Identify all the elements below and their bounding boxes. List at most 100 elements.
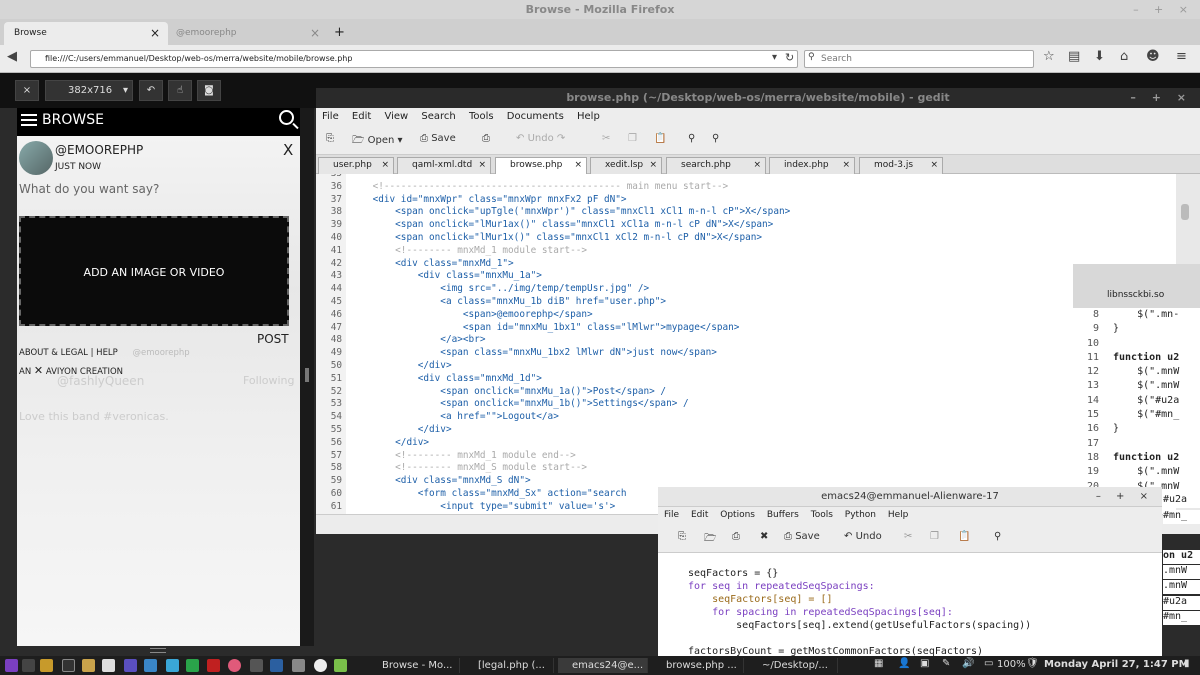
undo-button[interactable]: ↶ Undo ↷ <box>516 133 565 144</box>
close-icon[interactable]: × <box>930 158 938 173</box>
tab-browse[interactable]: Browse × <box>4 22 168 45</box>
sheet-icon[interactable] <box>186 659 199 672</box>
menu-file[interactable]: File <box>322 111 339 122</box>
word-icon[interactable] <box>166 659 179 672</box>
chat-icon[interactable]: ☻ <box>1146 49 1160 64</box>
close-icon[interactable]: × <box>478 158 486 173</box>
archive-icon[interactable] <box>82 659 95 672</box>
menu-tools[interactable]: Tools <box>811 510 833 520</box>
bookmark-star-icon[interactable]: ☆ <box>1043 49 1055 64</box>
home-icon[interactable]: ⌂ <box>1120 49 1128 64</box>
close-icon[interactable]: × <box>753 158 761 173</box>
search-icon[interactable] <box>279 110 294 125</box>
back-icon[interactable]: ◀ <box>7 49 17 64</box>
shield-icon[interactable]: 🛡 <box>1026 658 1039 669</box>
undo-button[interactable]: ↶ Undo <box>844 531 882 542</box>
grid-icon[interactable]: ▦ <box>874 658 883 669</box>
new-document-icon[interactable]: ⎘ <box>326 133 334 144</box>
taskbar-app-legal[interactable]: [legal.php (... <box>464 658 554 673</box>
taskbar-app-browse-php[interactable]: browse.php ... <box>652 658 744 673</box>
menu-documents[interactable]: Documents <box>507 111 564 122</box>
battery-icon[interactable]: ▭ <box>984 658 993 669</box>
tab-label[interactable]: libnssckbi.so <box>1107 290 1164 300</box>
menu-help[interactable]: Help <box>577 111 600 122</box>
filezilla-icon[interactable] <box>207 659 220 672</box>
clock[interactable]: Monday April 27, 1:47 PM <box>1044 659 1189 670</box>
editor-icon[interactable] <box>102 659 115 672</box>
gedit-code-view[interactable]: 3536373839404142434445464748495051525354… <box>316 174 1176 514</box>
close-icon[interactable]: × <box>150 22 160 44</box>
resize-handle[interactable] <box>305 368 309 382</box>
tab-index-php[interactable]: index.php × <box>769 157 855 174</box>
menu-options[interactable]: Options <box>720 510 755 520</box>
rotate-icon[interactable]: ↶ <box>139 80 163 101</box>
tab-search-php[interactable]: search.php × <box>666 157 766 174</box>
close-icon[interactable]: × <box>381 158 389 173</box>
save-disk-icon[interactable]: ⎙ <box>732 531 740 542</box>
close-buffer-icon[interactable]: ✖ <box>760 531 768 542</box>
window-controls[interactable]: – + × <box>1096 487 1154 507</box>
launcher-icon[interactable] <box>22 659 35 672</box>
browser-icon[interactable] <box>228 659 241 672</box>
close-icon[interactable]: × <box>842 158 850 173</box>
find-icon[interactable]: ⚲ <box>688 133 695 144</box>
menu-help[interactable]: Help <box>888 510 909 520</box>
dropdown-icon[interactable]: ▾ <box>772 52 777 63</box>
tab-mod-3-js[interactable]: mod-3.js × <box>859 157 943 174</box>
tab-xedit-lsp[interactable]: xedit.lsp × <box>590 157 662 174</box>
url-bar[interactable]: file:///C:/users/emmanuel/Desktop/web-os… <box>30 50 798 68</box>
copy-icon[interactable]: ❐ <box>628 133 637 144</box>
app-icon-3[interactable] <box>292 659 305 672</box>
app-icon-4[interactable] <box>314 659 327 672</box>
reload-icon[interactable]: ↻ <box>785 51 794 64</box>
touch-icon[interactable]: ☝ <box>168 80 192 101</box>
save-button[interactable]: ⎙ Save <box>420 133 456 144</box>
app-icon-5[interactable] <box>334 659 347 672</box>
app-icon-2[interactable] <box>270 659 283 672</box>
help-link[interactable]: HELP <box>96 348 118 358</box>
paste-icon[interactable]: 📋 <box>958 531 970 542</box>
post-button[interactable]: POST <box>257 332 289 346</box>
tab-qaml-xml-dtd[interactable]: qaml-xml.dtd × <box>397 157 491 174</box>
bluetooth-icon[interactable]: ✎ <box>942 658 950 669</box>
start-menu-icon[interactable] <box>5 659 18 672</box>
download-icon[interactable]: ⬇ <box>1094 49 1105 64</box>
about-legal-link[interactable]: ABOUT & LEGAL <box>19 348 88 358</box>
app-icon[interactable] <box>250 659 263 672</box>
close-responsive-button[interactable]: × <box>15 80 39 101</box>
open-button[interactable]: 🗁 Open ▾ <box>352 133 403 150</box>
close-icon[interactable]: × <box>574 158 582 173</box>
post-username[interactable]: @EMOOREPHP <box>55 143 143 157</box>
taskbar-app-desktop[interactable]: ~/Desktop/... <box>748 658 838 673</box>
resize-handle-bottom[interactable] <box>150 648 166 653</box>
cut-icon[interactable]: ✂ <box>904 531 912 542</box>
menu-view[interactable]: View <box>384 111 408 122</box>
search-icon[interactable]: ⚲ <box>994 531 1001 542</box>
close-icon[interactable]: × <box>649 158 657 173</box>
files-icon[interactable] <box>40 659 53 672</box>
bookmarks-icon[interactable]: ▤ <box>1068 49 1080 64</box>
menu-buffers[interactable]: Buffers <box>767 510 799 520</box>
tab-emoorephp[interactable]: @emoorephp × <box>166 22 328 45</box>
taskbar-app-emacs[interactable]: emacs24@e... <box>558 658 648 673</box>
notification-icon[interactable]: ▮ <box>1184 658 1190 669</box>
menu-file[interactable]: File <box>664 510 679 520</box>
window-controls[interactable]: – + × <box>1130 88 1192 108</box>
new-tab-button[interactable]: + <box>330 22 350 45</box>
tab-user-php[interactable]: user.php × <box>318 157 394 174</box>
close-button[interactable]: X <box>283 141 293 159</box>
tab-browse-php[interactable]: browse.php × <box>495 157 587 174</box>
hamburger-menu-icon[interactable] <box>21 114 37 116</box>
menu-icon[interactable]: ≡ <box>1176 49 1187 64</box>
open-dir-icon[interactable]: 🗁 <box>704 531 716 548</box>
close-icon[interactable]: × <box>310 22 320 44</box>
search-input[interactable]: Search <box>804 50 1034 68</box>
user-icon[interactable]: 👤 <box>898 658 910 669</box>
print-icon[interactable]: ⎙ <box>482 133 490 144</box>
volume-icon[interactable]: 🔊 <box>962 658 974 669</box>
menu-search[interactable]: Search <box>421 111 455 122</box>
menu-python[interactable]: Python <box>845 510 876 520</box>
menu-edit[interactable]: Edit <box>691 510 708 520</box>
copy-icon[interactable]: ❐ <box>930 531 939 542</box>
replace-icon[interactable]: ⚲ <box>712 133 719 144</box>
